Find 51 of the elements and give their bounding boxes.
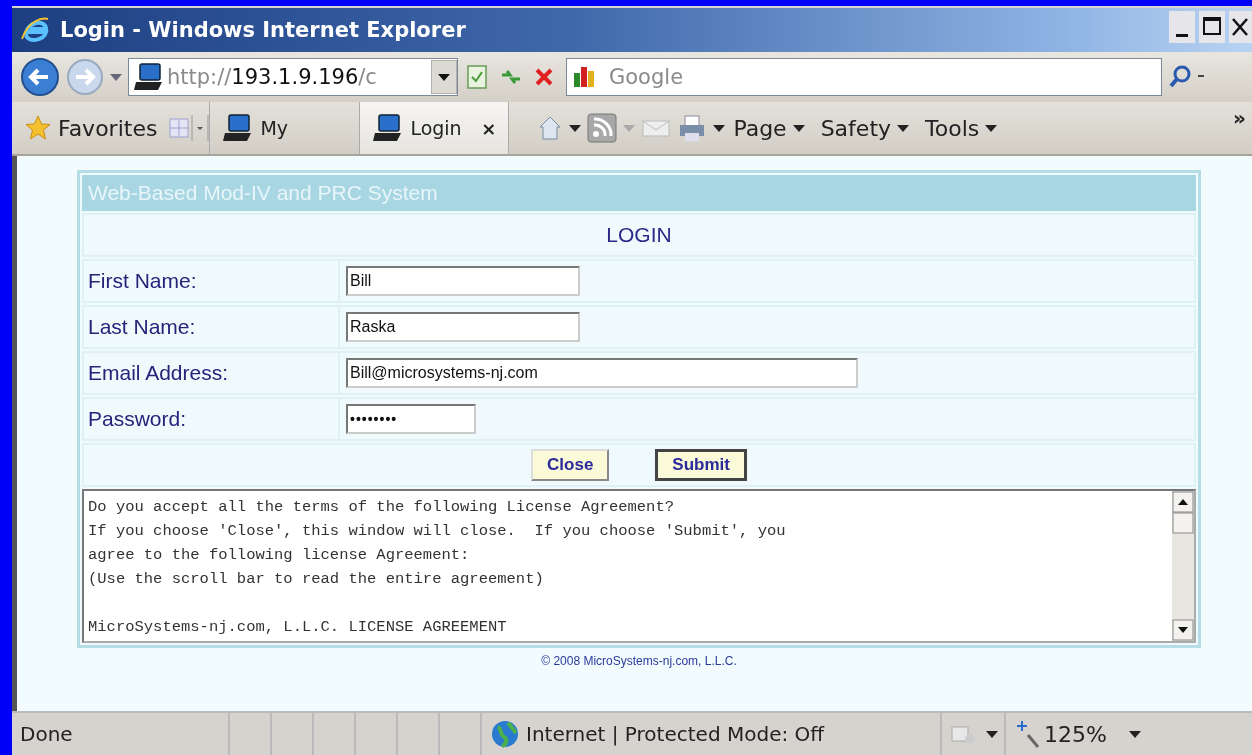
- search-field[interactable]: Google: [566, 58, 1162, 96]
- submit-button[interactable]: Submit: [655, 449, 747, 481]
- dropdown-icon[interactable]: [431, 60, 457, 94]
- close-icon[interactable]: [1228, 10, 1252, 44]
- caret-icon: [897, 123, 910, 133]
- field-label: Last Name:: [84, 307, 340, 347]
- zoom-button[interactable]: 125%: [1004, 713, 1149, 755]
- text-field[interactable]: Bill@microsystems-nj.com: [346, 358, 858, 388]
- agreement-textarea[interactable]: [82, 489, 1196, 643]
- favorites-button[interactable]: Favorites: [20, 102, 168, 154]
- maximize-icon[interactable]: [1198, 10, 1226, 44]
- form-title: LOGIN: [606, 223, 672, 247]
- laptop-icon: [133, 62, 163, 92]
- browser-logo-icon: [20, 15, 50, 45]
- field-label: Email Address:: [84, 353, 340, 393]
- dropdown-icon[interactable]: [986, 729, 998, 739]
- agreement-text: Do you accept all the terms of the following License Agreement? If you choose 'Close', this window will close. If you choose 'Submit', you agree to the following license Agreement: (Use the scroll bar to read the entire agreement) MicroSystems-nj.com, L.L.C. LICENSE AGREEMENT: [87, 497, 787, 638]
- menu-button[interactable]: Tools: [917, 102, 1006, 154]
- minimize-icon[interactable]: [1168, 10, 1196, 44]
- zoom-icon: [1014, 719, 1040, 749]
- browser-tab[interactable]: Login ×: [359, 102, 510, 154]
- dropdown-icon[interactable]: [569, 123, 582, 133]
- text-field[interactable]: Raska: [346, 312, 580, 342]
- compatibility-icon[interactable]: [464, 63, 490, 91]
- panel-header: Web-Based Mod-IV and PRC System: [82, 175, 1196, 211]
- scroll-up-icon[interactable]: [1172, 491, 1194, 535]
- dropdown-icon[interactable]: [713, 123, 726, 133]
- feed-icon[interactable]: [587, 113, 618, 143]
- address-field[interactable]: http://193.1.9.196/c: [128, 58, 458, 96]
- password-field[interactable]: ••••••••: [346, 404, 476, 434]
- copyright-text: © 2008 MicroSystems-nj.com, L.L.C.: [540, 654, 738, 668]
- security-zone-text: Internet | Protected Mode: Off: [526, 722, 825, 746]
- caret-icon: [792, 123, 805, 133]
- menu-button[interactable]: Safety: [812, 102, 918, 154]
- scroll-down-icon[interactable]: [1172, 619, 1194, 641]
- globe-icon: [490, 719, 520, 749]
- more-button[interactable]: »: [1227, 106, 1252, 130]
- tab-close-button[interactable]: ×: [481, 117, 497, 139]
- caret-icon: [1128, 729, 1141, 739]
- caret-icon: [985, 123, 998, 133]
- window-title: Login - Windows Internet Explorer: [60, 18, 467, 42]
- text-field[interactable]: Bill: [346, 266, 580, 296]
- forward-icon[interactable]: [66, 58, 104, 96]
- field-label: First Name:: [84, 261, 340, 301]
- browser-tab[interactable]: My: [209, 102, 360, 154]
- menu-button[interactable]: Page: [725, 102, 813, 154]
- back-icon[interactable]: [20, 57, 60, 97]
- field-label: Password:: [84, 399, 340, 439]
- star-icon: [24, 114, 52, 142]
- status-text: Done: [19, 722, 74, 746]
- close-button[interactable]: Close: [531, 449, 610, 481]
